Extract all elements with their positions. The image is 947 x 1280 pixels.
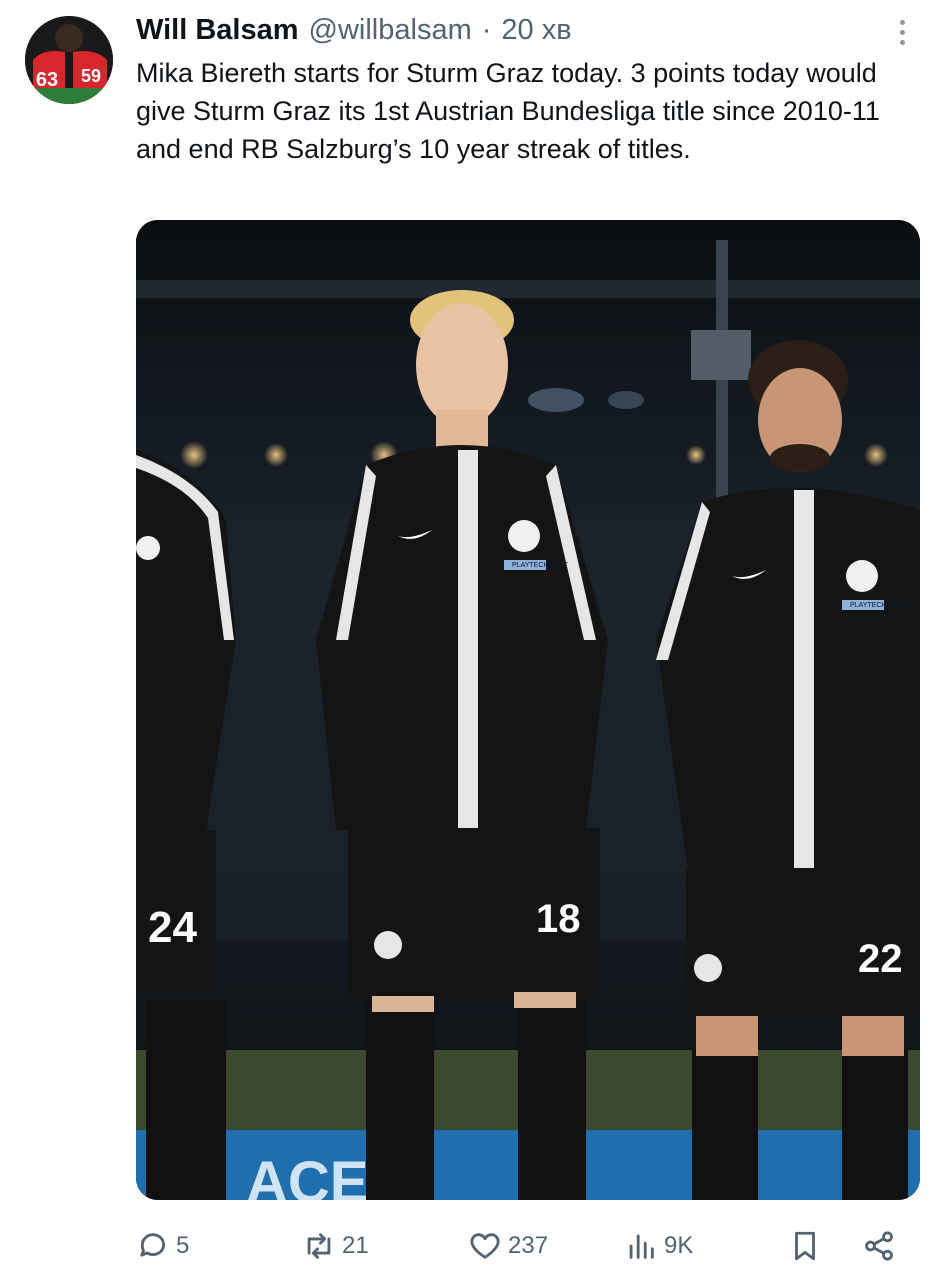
bookmark-icon xyxy=(795,1231,815,1261)
avatar-number-left: 63 xyxy=(36,69,58,91)
tweet-media-photo[interactable]: ACE 24 PLAYTECHMEET 18 PLAYTECHMEET 22 xyxy=(136,220,920,1200)
jersey-number-24: 24 xyxy=(148,903,197,952)
heart-icon xyxy=(470,1233,500,1259)
like-button[interactable]: 237 xyxy=(468,1224,548,1268)
tweet-header: Will Balsam @willbalsam · 20 хв xyxy=(136,12,887,48)
banner-text: ACE xyxy=(246,1150,368,1200)
views-button[interactable]: 9K xyxy=(624,1224,693,1268)
retweet-button[interactable]: 21 xyxy=(302,1224,369,1268)
retweet-count: 21 xyxy=(342,1232,369,1259)
bookmark-button[interactable] xyxy=(788,1224,822,1268)
sponsor-patch-center: PLAYTECHMEET xyxy=(512,562,569,569)
avatar-number-right: 59 xyxy=(81,66,101,86)
like-count: 237 xyxy=(508,1232,549,1259)
reply-button[interactable]: 5 xyxy=(136,1224,189,1268)
views-count: 9K xyxy=(664,1232,694,1259)
tweet-timestamp[interactable]: 20 хв xyxy=(501,14,571,47)
author-avatar[interactable]: 63 59 xyxy=(25,16,113,104)
share-icon xyxy=(865,1231,893,1261)
more-vertical-icon[interactable] xyxy=(892,18,914,48)
retweet-icon xyxy=(307,1233,331,1259)
header-separator: · xyxy=(481,13,492,46)
share-button[interactable] xyxy=(862,1224,896,1268)
reply-bubble-icon xyxy=(140,1233,165,1257)
author-name[interactable]: Will Balsam xyxy=(136,14,299,47)
sponsor-patch-right: PLAYTECHMEET xyxy=(850,602,907,609)
author-handle[interactable]: @willbalsam xyxy=(309,14,472,47)
tweet-actions: 5 21 237 9K xyxy=(136,1224,906,1268)
reply-count: 5 xyxy=(176,1232,190,1259)
tweet-text: Mika Biereth starts for Sturm Graz today… xyxy=(136,58,880,164)
jersey-number-18: 18 xyxy=(536,897,581,941)
bar-chart-icon xyxy=(629,1234,654,1259)
jersey-number-22: 22 xyxy=(858,937,903,981)
